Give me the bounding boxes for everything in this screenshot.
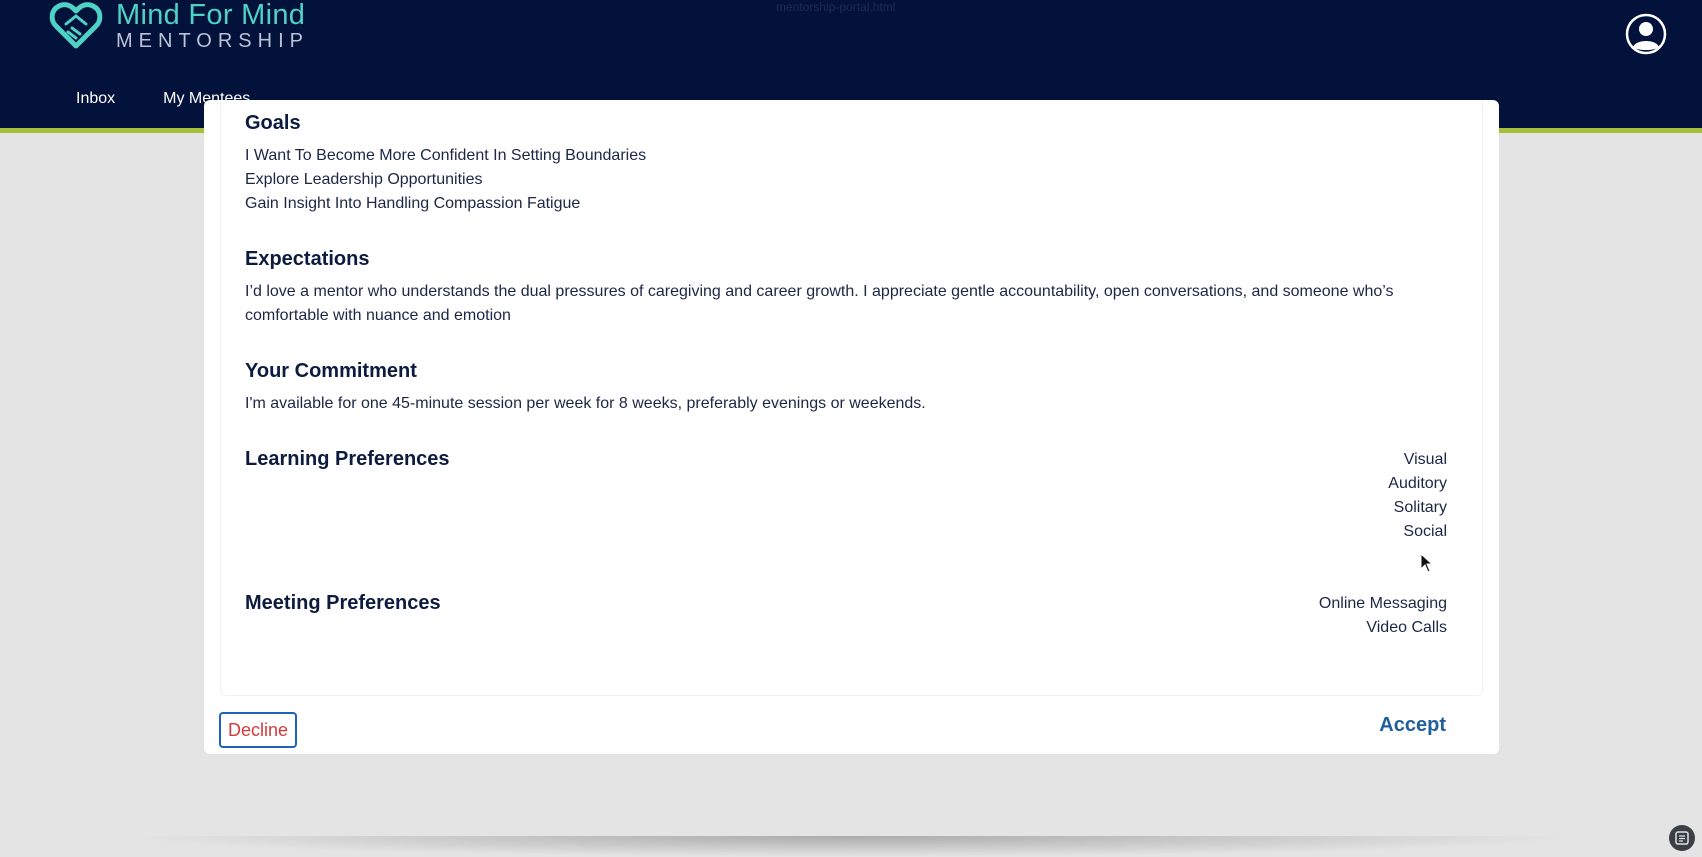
capture-glyph-icon — [1675, 831, 1689, 845]
commitment-text: I'm available for one 45-minute session … — [245, 395, 926, 412]
learning-preferences-list: Visual Auditory Solitary Social — [1388, 448, 1447, 544]
logo-subtitle: MENTORSHIP — [116, 30, 309, 52]
learning-preference-item: Social — [1403, 523, 1447, 540]
expectations-text-line: comfortable with nuance and emotion — [245, 307, 511, 324]
expectations-text-line: I’d love a mentor who understands the du… — [245, 283, 1394, 300]
meeting-preference-item: Video Calls — [1366, 619, 1447, 636]
goal-item: I Want To Become More Confident In Setti… — [245, 147, 647, 164]
learning-preference-item: Solitary — [1393, 499, 1447, 516]
mentee-request-modal: Goals I Want To Become More Confident In… — [204, 100, 1499, 754]
user-avatar-icon[interactable] — [1625, 13, 1667, 55]
heart-handshake-icon — [49, 2, 103, 49]
goal-item: Explore Leadership Opportunities — [245, 171, 483, 188]
learning-preference-item: Visual — [1403, 451, 1447, 468]
meeting-preferences-list: Online Messaging Video Calls — [1319, 592, 1447, 640]
meeting-preference-item: Online Messaging — [1318, 595, 1447, 612]
mouse-pointer-icon — [1420, 553, 1434, 573]
accept-button[interactable]: Accept — [1379, 714, 1446, 737]
goal-item: Gain Insight Into Handling Compassion Fa… — [245, 195, 581, 212]
page-shadow — [120, 836, 1580, 857]
brand-logo[interactable]: Mind For Mind MENTORSHIP — [34, 0, 334, 60]
window-doc-label: mentorship-portal.html — [776, 0, 896, 14]
screen-capture-icon[interactable] — [1669, 825, 1695, 851]
learning-preferences-heading: Learning Preferences — [245, 448, 450, 470]
commitment-heading: Your Commitment — [245, 360, 417, 382]
logo-title: Mind For Mind — [116, 0, 306, 31]
decline-button[interactable]: Decline — [219, 712, 297, 748]
meeting-preferences-heading: Meeting Preferences — [245, 592, 441, 614]
expectations-heading: Expectations — [245, 248, 370, 270]
nav-inbox[interactable]: Inbox — [76, 90, 115, 108]
learning-preference-item: Auditory — [1388, 475, 1447, 492]
goals-heading: Goals — [245, 112, 301, 134]
